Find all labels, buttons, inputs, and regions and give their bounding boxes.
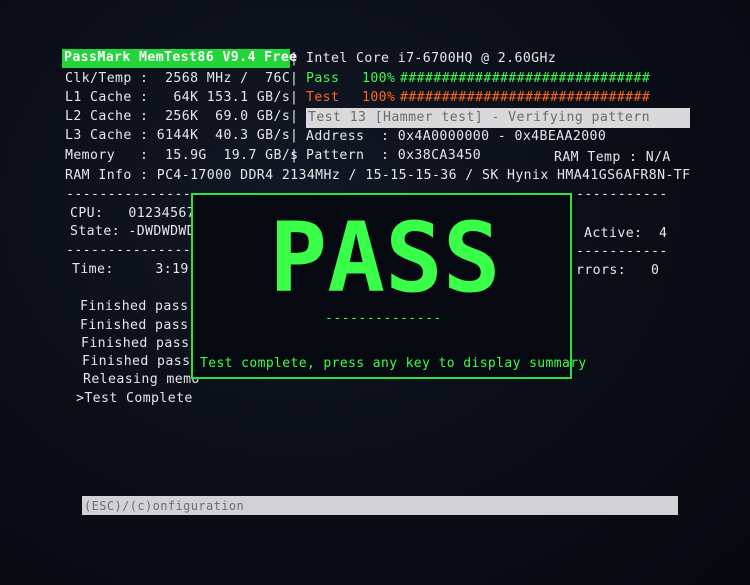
elapsed-time: Time: 3:19: <box>72 262 198 277</box>
column-separator: | <box>290 128 299 143</box>
column-separator: | <box>290 51 299 66</box>
column-separator: | <box>290 148 299 163</box>
divider: ----------- <box>576 244 668 259</box>
log-line: Finished pass <box>81 336 190 351</box>
divider: ---------------- <box>66 243 200 258</box>
errors-count: rrors: 0 <box>576 263 660 278</box>
pass-progress-bar: ############################## <box>400 71 651 86</box>
log-line: >Test Complete <box>76 391 193 406</box>
cpu-name: Intel Core i7-6700HQ @ 2.60GHz <box>306 51 557 66</box>
test-progress-bar: ############################## <box>400 90 651 105</box>
result-dialog: PASS -------------- Test complete, press… <box>191 193 586 379</box>
app-title: PassMark MemTest86 V9.4 Free <box>64 50 298 65</box>
pass-banner: PASS <box>269 217 500 299</box>
cpu-map: CPU: 01234567 <box>70 206 196 221</box>
log-line: Finished pass <box>80 318 189 333</box>
address-range: Address : 0x4A0000000 - 0x4BEAA2000 <box>306 129 607 144</box>
pattern: Pattern : 0x38CA3450 <box>306 148 482 163</box>
configuration-hint: (ESC)/(c)onfiguration <box>84 499 245 513</box>
app-title-bar: PassMark MemTest86 V9.4 Free <box>62 49 297 68</box>
status-bar[interactable]: (ESC)/(c)onfiguration <box>82 496 678 515</box>
result-message: Test complete, press any key to display … <box>200 356 587 371</box>
cpu-state: State: -DWDWDWD <box>70 224 196 239</box>
divider: ---------------- <box>66 187 200 202</box>
column-separator: | <box>290 90 299 105</box>
ram-info: RAM Info : PC4-17000 DDR4 2134MHz / 15-1… <box>65 168 691 183</box>
result-divider: -------------- <box>325 311 442 326</box>
active-cpus: Active: 4 <box>584 226 668 241</box>
l3-cache: L3 Cache : 6144K 40.3 GB/s <box>65 128 291 143</box>
ram-temp: RAM Temp : N/A <box>554 150 671 165</box>
l2-cache: L2 Cache : 256K 69.0 GB/s <box>65 109 291 124</box>
column-separator: | <box>290 109 299 124</box>
pass-label: Pass <box>306 71 340 86</box>
divider: ----------- <box>576 187 668 202</box>
pass-percent: 100% <box>362 71 396 86</box>
log-line: Finished pass <box>82 354 191 369</box>
test-percent: 100% <box>362 90 396 105</box>
current-test-box: Test 13 [Hammer test] - Verifying patter… <box>306 108 690 128</box>
current-test: Test 13 [Hammer test] - Verifying patter… <box>308 110 650 125</box>
l1-cache: L1 Cache : 64K 153.1 GB/s <box>65 90 291 105</box>
pass-banner-text: PASS <box>269 217 500 299</box>
log-line: Releasing memo <box>83 372 200 387</box>
column-separator: | <box>290 71 299 86</box>
clk-temp: Clk/Temp : 2568 MHz / 76C <box>65 71 291 86</box>
memory-info: Memory : 15.9G 19.7 GB/s <box>65 148 299 163</box>
test-label: Test <box>306 90 340 105</box>
log-line: Finished pass <box>80 299 189 314</box>
